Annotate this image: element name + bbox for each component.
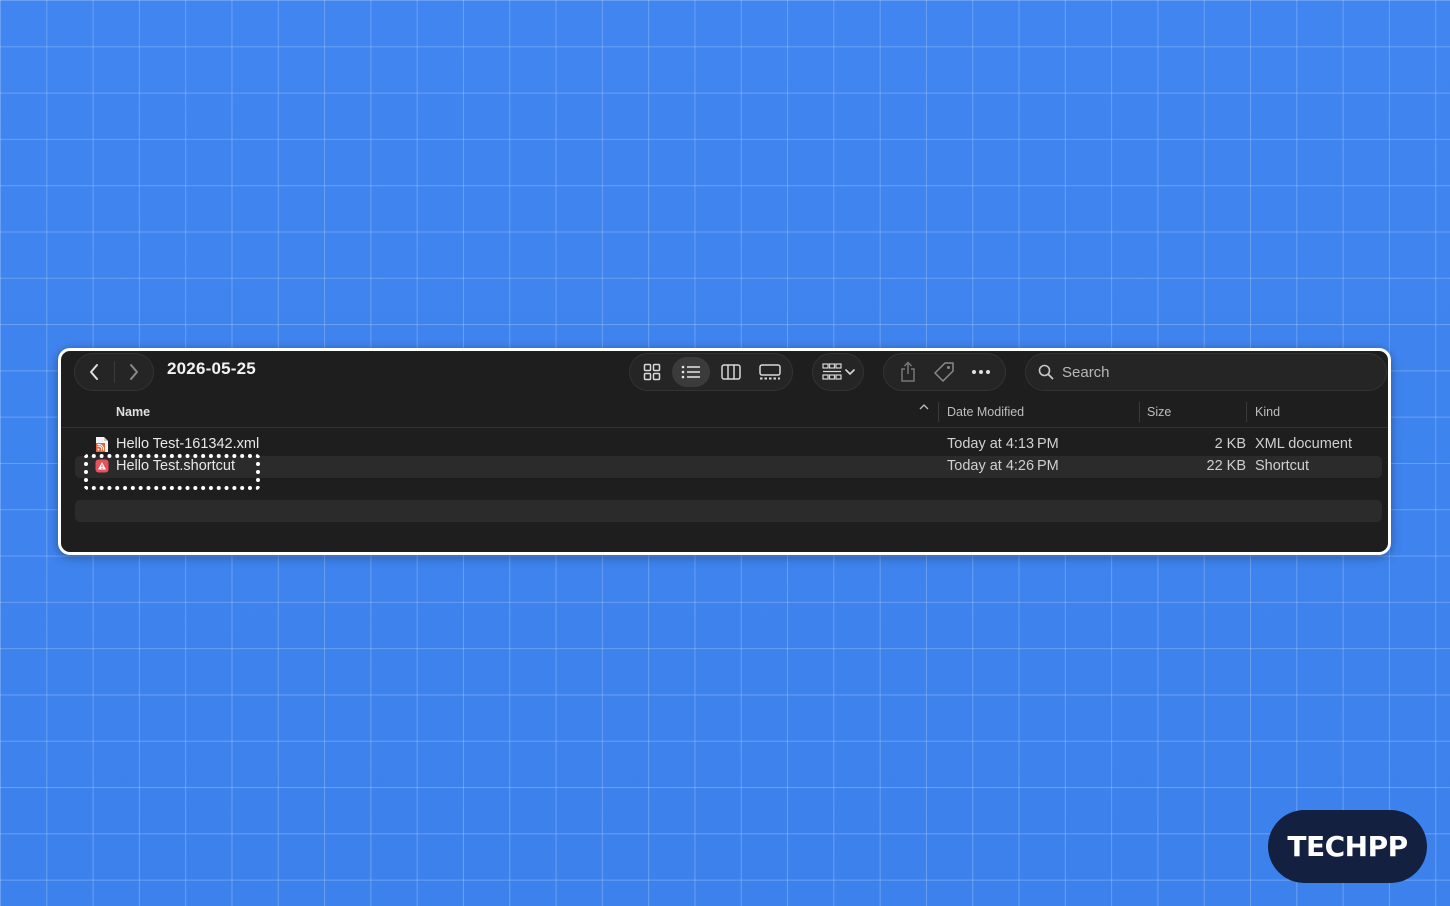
file-date: Today at 4:13 PM [947,436,1059,452]
search-icon [1038,364,1054,380]
file-name: Hello Test.shortcut [116,458,236,474]
file-name: Hello Test-161342.xml [116,436,260,452]
column-divider[interactable] [1246,402,1247,422]
column-divider[interactable] [1139,402,1140,422]
column-date-header[interactable]: Date Modified [947,405,1024,419]
search-input[interactable] [1062,363,1362,381]
list-icon [682,365,701,379]
search-field[interactable] [1025,353,1387,391]
file-size: 22 KB [1206,458,1247,474]
chevron-right-icon [129,364,138,380]
sort-ascending-icon[interactable] [919,403,929,411]
group-grid-icon [821,363,842,380]
file-row[interactable]: Hello Test-161342.xml Today at 4:13 PM 2… [75,434,1382,456]
shortcut-file-icon [95,459,109,473]
file-kind: XML document [1255,436,1352,452]
column-kind-header[interactable]: Kind [1255,405,1280,419]
column-divider[interactable] [938,402,939,422]
icon-view-button[interactable] [633,357,671,387]
column-size-header[interactable]: Size [1147,405,1171,419]
grid-icon [643,363,661,381]
columns-icon [720,364,741,380]
file-size: 2 KB [1214,436,1246,452]
more-button[interactable] [965,357,997,387]
column-name-header[interactable]: Name [116,405,150,419]
file-date: Today at 4:26 PM [947,458,1059,474]
back-button[interactable] [75,354,114,390]
folder-title: 2026-05-25 [167,359,256,378]
forward-button[interactable] [114,354,153,390]
xml-file-icon [96,437,108,452]
navigation-group [74,353,154,391]
view-mode-group [629,353,793,391]
tag-button[interactable] [928,357,960,387]
file-kind: Shortcut [1255,458,1309,474]
finder-window: 2026-05-25 Search Name Date Modified Siz… [58,348,1391,555]
ellipsis-icon [971,370,990,374]
action-group [883,353,1006,391]
column-header-row: Name Date Modified Size Kind [61,398,1388,428]
gallery-view-button[interactable] [751,357,789,387]
tag-icon [934,362,955,382]
share-button[interactable] [892,357,924,387]
gallery-icon [759,364,781,380]
share-icon [901,361,915,382]
techpp-logo: TECHPP [1268,810,1427,883]
group-by-button[interactable] [812,353,864,391]
empty-row [75,500,1382,522]
chevron-left-icon [90,364,99,380]
column-view-button[interactable] [712,357,750,387]
file-row[interactable]: Hello Test.shortcut Today at 4:26 PM 22 … [75,456,1382,478]
chevron-down-icon [844,369,855,376]
list-view-button[interactable] [672,357,711,387]
file-list: Hello Test-161342.xml Today at 4:13 PM 2… [75,434,1382,522]
toolbar: 2026-05-25 [61,351,1388,395]
